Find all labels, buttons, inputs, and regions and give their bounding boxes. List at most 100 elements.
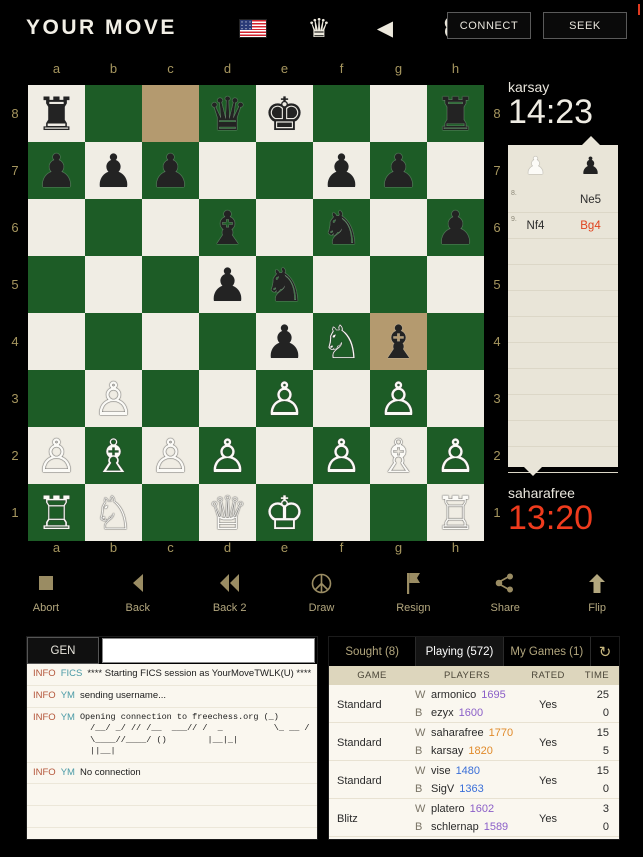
square-d1[interactable]: ♕ xyxy=(199,484,256,541)
piece-black-pawn[interactable]: ♟ xyxy=(150,148,191,194)
square-d3[interactable] xyxy=(199,370,256,427)
move-row[interactable]: 9. Nf4 Bg4 xyxy=(508,213,618,239)
console-input[interactable] xyxy=(102,638,315,663)
piece-white-king[interactable]: ♔ xyxy=(264,490,305,536)
square-b3[interactable]: ♙ xyxy=(85,370,142,427)
square-g7[interactable]: ♟ xyxy=(370,142,427,199)
piece-white-pawn[interactable]: ♙ xyxy=(378,376,419,422)
game-row[interactable]: Standard Wvise 1480 B SigV 1363 Yes 15 0 xyxy=(329,761,619,799)
square-b2[interactable]: ♗ xyxy=(85,427,142,484)
square-f5[interactable] xyxy=(313,256,370,313)
square-c3[interactable] xyxy=(142,370,199,427)
games-tab-playing[interactable]: Playing (572) xyxy=(416,637,504,666)
square-c5[interactable] xyxy=(142,256,199,313)
square-h3[interactable] xyxy=(427,370,484,427)
games-tab-my[interactable]: My Games (1) xyxy=(504,637,591,666)
square-e4[interactable]: ♟ xyxy=(256,313,313,370)
square-h2[interactable]: ♙ xyxy=(427,427,484,484)
square-d4[interactable] xyxy=(199,313,256,370)
square-g2[interactable]: ♗ xyxy=(370,427,427,484)
square-b6[interactable] xyxy=(85,199,142,256)
square-a2[interactable]: ♙ xyxy=(28,427,85,484)
piece-white-rook[interactable]: ♖ xyxy=(36,490,77,536)
piece-white-pawn[interactable]: ♙ xyxy=(150,433,191,479)
square-g3[interactable]: ♙ xyxy=(370,370,427,427)
crown-icon[interactable]: ♛ xyxy=(304,12,334,44)
piece-white-bishop[interactable]: ♗ xyxy=(378,433,419,479)
seek-button[interactable]: SEEK xyxy=(543,12,627,39)
black-move[interactable]: Ne5 xyxy=(563,194,618,206)
square-h8[interactable]: ♜ xyxy=(427,85,484,142)
chessboard[interactable]: ♜ ♛ ♚ ♜ ♟ ♟ ♟ ♟ ♟ ♝ ♞ ♟ ♟ ♞ ♟ ♘ ♝ ♙ ♙ ♙ ♙ ♗ ♙ ♙ ♙ ♗ ♙ ♖ ♘ ♕ ♔ ♖ xyxy=(28,85,484,541)
piece-black-pawn[interactable]: ♟ xyxy=(207,262,248,308)
piece-white-pawn[interactable]: ♙ xyxy=(36,433,77,479)
piece-black-rook[interactable]: ♜ xyxy=(36,91,77,137)
piece-black-pawn[interactable]: ♟ xyxy=(36,148,77,194)
piece-black-queen[interactable]: ♛ xyxy=(207,91,248,137)
square-c4[interactable] xyxy=(142,313,199,370)
games-tab-sought[interactable]: Sought (8) xyxy=(329,637,417,666)
piece-black-knight[interactable]: ♞ xyxy=(321,205,362,251)
square-c2[interactable]: ♙ xyxy=(142,427,199,484)
square-a5[interactable] xyxy=(28,256,85,313)
piece-black-knight[interactable]: ♞ xyxy=(264,262,305,308)
square-c1[interactable] xyxy=(142,484,199,541)
square-c7[interactable]: ♟ xyxy=(142,142,199,199)
square-e1[interactable]: ♔ xyxy=(256,484,313,541)
square-e5[interactable]: ♞ xyxy=(256,256,313,313)
piece-black-pawn[interactable]: ♟ xyxy=(264,319,305,365)
black-move[interactable]: Bg4 xyxy=(563,220,618,232)
piece-white-pawn[interactable]: ♙ xyxy=(207,433,248,479)
draw-button[interactable]: Draw xyxy=(276,562,368,624)
square-h7[interactable] xyxy=(427,142,484,199)
square-d6[interactable]: ♝ xyxy=(199,199,256,256)
square-d8[interactable]: ♛ xyxy=(199,85,256,142)
square-a4[interactable] xyxy=(28,313,85,370)
square-f1[interactable] xyxy=(313,484,370,541)
square-b8[interactable] xyxy=(85,85,142,142)
square-g6[interactable] xyxy=(370,199,427,256)
square-g5[interactable] xyxy=(370,256,427,313)
square-g4[interactable]: ♝ xyxy=(370,313,427,370)
game-row[interactable]: Blitz Wplatero 1602 Bschlernap 1589 Yes 3 0 xyxy=(329,799,619,837)
square-b4[interactable] xyxy=(85,313,142,370)
piece-black-pawn[interactable]: ♟ xyxy=(93,148,134,194)
square-f3[interactable] xyxy=(313,370,370,427)
square-f2[interactable]: ♙ xyxy=(313,427,370,484)
move-list[interactable]: ♟ ♟ 8. Ne5 9. Nf4 Bg4 xyxy=(508,136,618,476)
piece-white-pawn[interactable]: ♙ xyxy=(435,433,476,479)
square-e7[interactable] xyxy=(256,142,313,199)
square-e2[interactable] xyxy=(256,427,313,484)
abort-button[interactable]: Abort xyxy=(0,562,92,624)
piece-white-queen[interactable]: ♕ xyxy=(207,490,248,536)
piece-white-pawn[interactable]: ♙ xyxy=(93,376,134,422)
piece-black-rook[interactable]: ♜ xyxy=(435,91,476,137)
square-a1[interactable]: ♖ xyxy=(28,484,85,541)
square-a7[interactable]: ♟ xyxy=(28,142,85,199)
flip-button[interactable]: Flip xyxy=(551,562,643,624)
square-f7[interactable]: ♟ xyxy=(313,142,370,199)
piece-black-bishop[interactable]: ♝ xyxy=(378,319,419,365)
square-h5[interactable] xyxy=(427,256,484,313)
game-row[interactable]: Standard Warmonico 1695 Bezyx 1600 Yes 25 0 xyxy=(329,685,619,723)
piece-white-pawn[interactable]: ♙ xyxy=(264,376,305,422)
sound-icon[interactable]: ◀ xyxy=(370,12,400,44)
square-h6[interactable]: ♟ xyxy=(427,199,484,256)
square-c8[interactable] xyxy=(142,85,199,142)
back-button[interactable]: Back xyxy=(92,562,184,624)
gen-button[interactable]: GEN xyxy=(27,637,99,664)
square-b5[interactable] xyxy=(85,256,142,313)
square-h4[interactable] xyxy=(427,313,484,370)
square-a3[interactable] xyxy=(28,370,85,427)
square-b7[interactable]: ♟ xyxy=(85,142,142,199)
square-a8[interactable]: ♜ xyxy=(28,85,85,142)
console-log[interactable]: INFO FICS **** Starting FICS session as Yo… xyxy=(27,664,317,839)
resign-button[interactable]: Resign xyxy=(367,562,459,624)
piece-black-king[interactable]: ♚ xyxy=(264,91,305,137)
move-row[interactable]: 8. Ne5 xyxy=(508,187,618,213)
refresh-icon[interactable]: ↻ xyxy=(591,637,619,666)
square-d5[interactable]: ♟ xyxy=(199,256,256,313)
square-h1[interactable]: ♖ xyxy=(427,484,484,541)
piece-black-pawn[interactable]: ♟ xyxy=(435,205,476,251)
piece-black-bishop[interactable]: ♝ xyxy=(207,205,248,251)
